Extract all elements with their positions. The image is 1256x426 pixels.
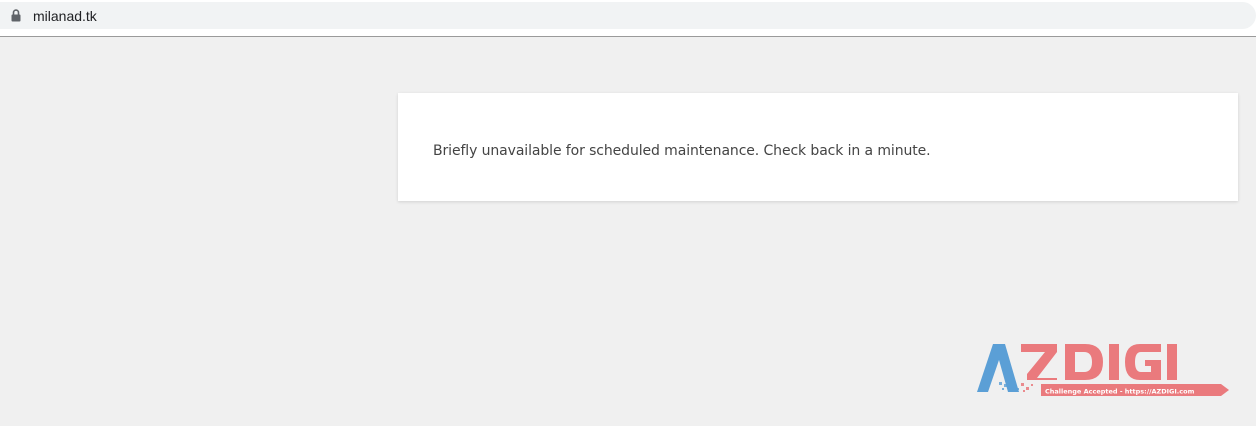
url-text[interactable]: milanad.tk (33, 8, 97, 24)
maintenance-message: Briefly unavailable for scheduled mainte… (433, 143, 931, 159)
omnibox[interactable]: milanad.tk (0, 2, 1256, 29)
page-viewport: Briefly unavailable for scheduled mainte… (0, 38, 1256, 426)
azdigi-watermark-logo: Challenge Accepted - https://AZDIGI.com (977, 344, 1229, 396)
lock-icon[interactable] (11, 9, 21, 22)
maintenance-card: Briefly unavailable for scheduled mainte… (398, 93, 1238, 201)
watermark-tagline: Challenge Accepted - https://AZDIGI.com (1045, 388, 1195, 396)
browser-address-bar: milanad.tk (0, 0, 1256, 37)
